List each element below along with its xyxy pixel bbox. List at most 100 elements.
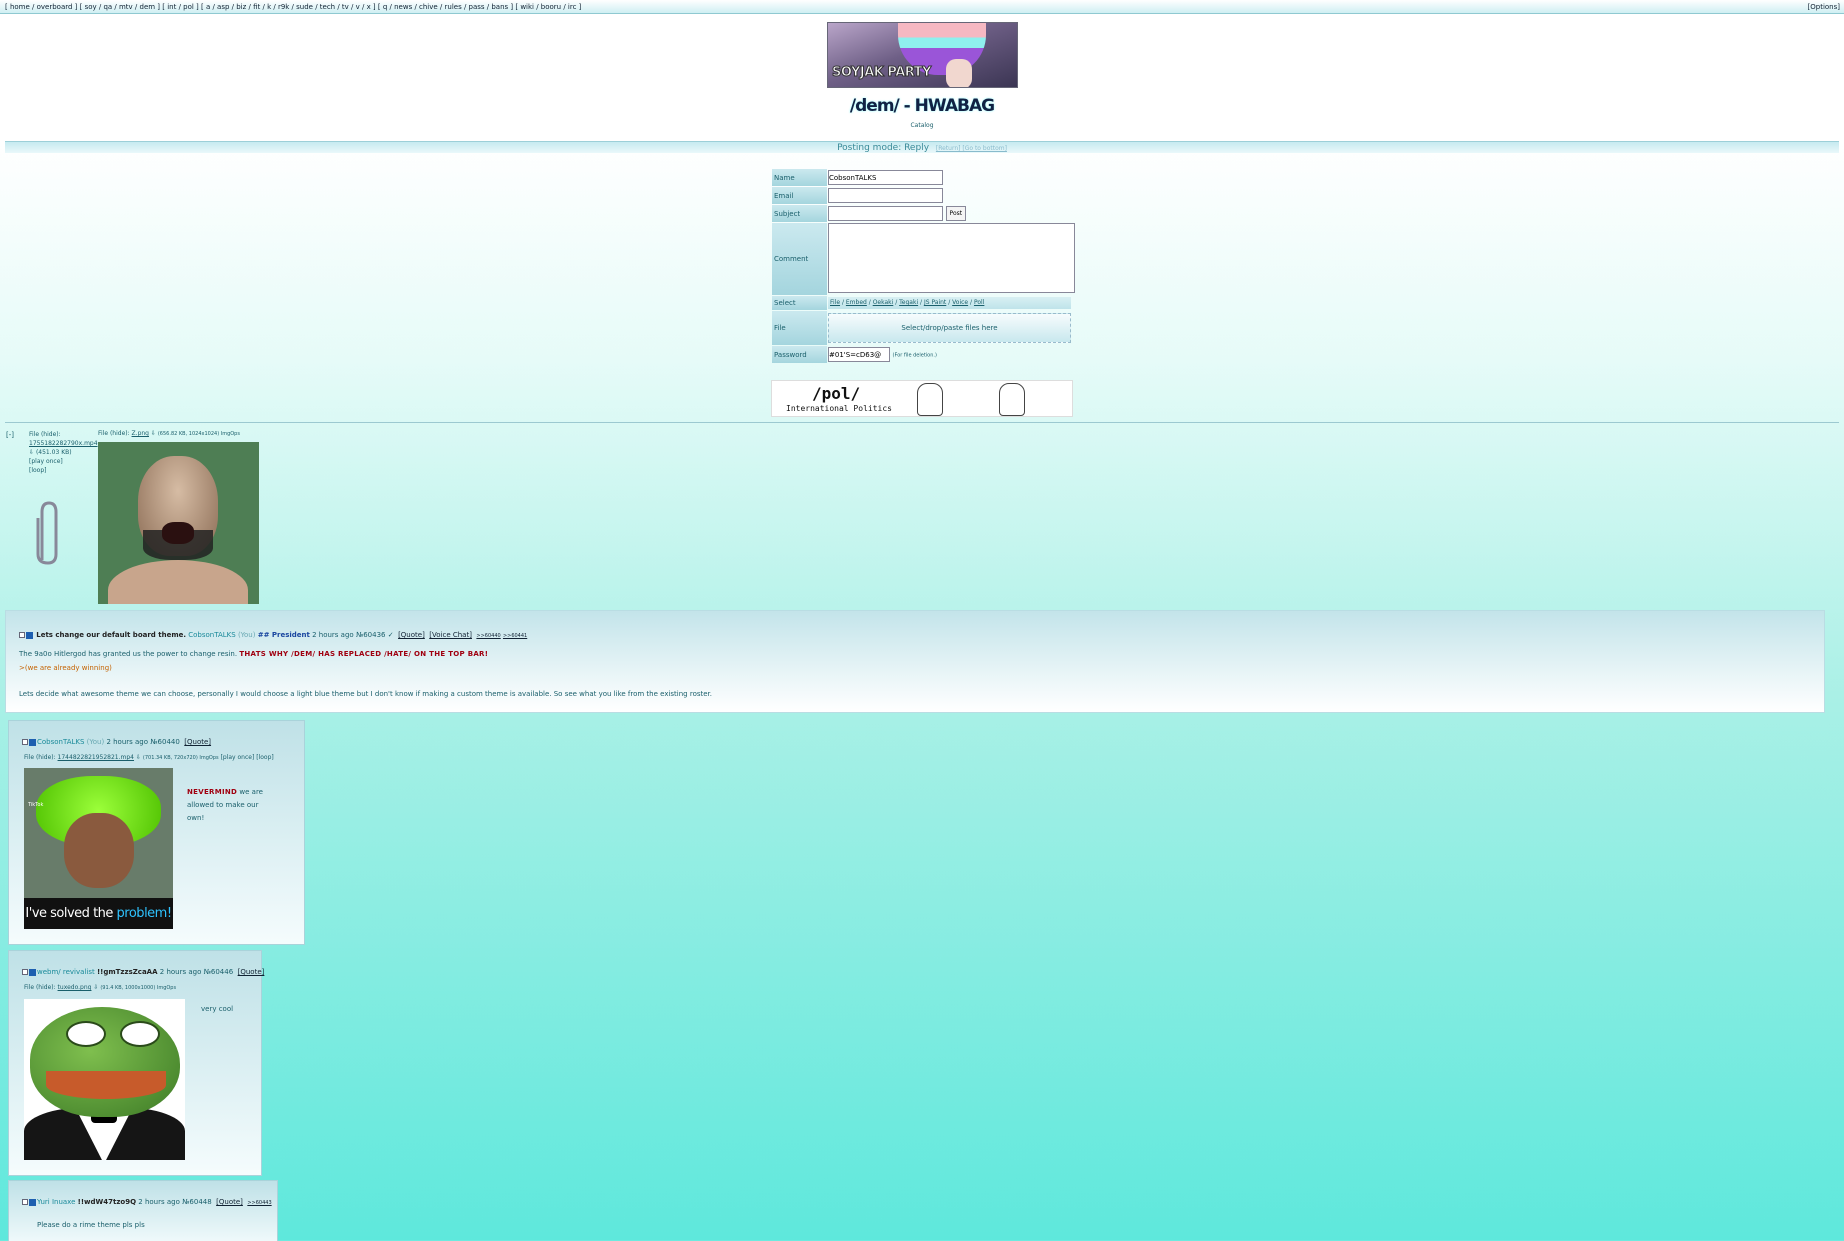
password-input[interactable] bbox=[828, 347, 890, 362]
name-label: Name bbox=[772, 169, 827, 186]
post-time: 2 hours ago bbox=[138, 1198, 180, 1206]
post-body-line: Lets decide what awesome theme we can ch… bbox=[19, 690, 713, 698]
select-tegaki-link[interactable]: Tegaki bbox=[899, 299, 918, 306]
file-name-link[interactable]: Z.png bbox=[132, 430, 149, 437]
reply-header: webm/ revivalist !!gmTzzsZcaAA 2 hours a… bbox=[22, 967, 264, 977]
reply-header: Yuri Inuaxe !!wdW47tzo9Q 2 hours ago №60… bbox=[22, 1197, 272, 1208]
reply-message: Please do a rime theme pls pls bbox=[37, 1221, 145, 1229]
wojak-drawing-icon bbox=[917, 383, 943, 416]
op-file-1-info: File (hide): 1755182282790x.mp4 ⇩ (451.0… bbox=[29, 430, 99, 475]
you-marker: (You) bbox=[237, 631, 256, 639]
subject-label: Subject bbox=[772, 205, 827, 222]
file-meta: (91.4 KB, 1000x1000) ImgOps bbox=[100, 985, 177, 991]
hide-post-icon[interactable] bbox=[26, 631, 33, 639]
select-jspaint-link[interactable]: JS Paint bbox=[924, 299, 946, 306]
download-icon[interactable]: ⇩ bbox=[136, 754, 141, 761]
file-meta: (701.34 KB, 720x720) ImgOps bbox=[142, 755, 219, 761]
comment-label: Comment bbox=[772, 223, 827, 295]
reply-backlink[interactable]: >>60443 bbox=[247, 1200, 271, 1206]
op-image-thumbnail[interactable] bbox=[98, 442, 259, 604]
file-dropzone[interactable]: Select/drop/paste files here bbox=[828, 313, 1071, 343]
email-label: Email bbox=[772, 187, 827, 204]
download-icon[interactable]: ⇩ bbox=[93, 984, 98, 991]
file-label: File (hide): bbox=[24, 984, 56, 991]
poster-name: Yuri Inuaxe bbox=[37, 1198, 76, 1206]
poster-name: CobsonTALKS bbox=[37, 738, 85, 746]
options-link[interactable]: [Options] bbox=[1808, 0, 1840, 14]
caption-highlight: problem! bbox=[116, 906, 173, 921]
quote-link[interactable]: [Quote] bbox=[184, 738, 211, 746]
quote-link[interactable]: [Quote] bbox=[216, 1198, 243, 1206]
select-file-link[interactable]: File bbox=[830, 299, 840, 306]
reply-image-thumbnail[interactable] bbox=[24, 999, 185, 1160]
post-time: 2 hours ago bbox=[159, 968, 202, 976]
download-icon[interactable]: ⇩ bbox=[29, 449, 34, 456]
quote-link[interactable]: [Quote] bbox=[398, 631, 425, 639]
reply-file-info: File (hide): 1744822821952821.mp4 ⇩ (701… bbox=[24, 754, 274, 761]
reply-header: CobsonTALKS (You) 2 hours ago №60440 [Qu… bbox=[22, 737, 211, 747]
select-oekaki-link[interactable]: Oekaki bbox=[873, 299, 894, 306]
banner-leg bbox=[946, 59, 972, 87]
thumb-shape bbox=[162, 522, 194, 544]
hide-thread-toggle[interactable]: [-] bbox=[6, 431, 14, 439]
select-poll-link[interactable]: Poll bbox=[974, 299, 984, 306]
paperclip-icon[interactable] bbox=[32, 500, 62, 566]
file-name-link[interactable]: tuxedo.png bbox=[58, 984, 92, 991]
post-time: 2 hours ago bbox=[106, 738, 149, 746]
greentext: >(we are already winning) bbox=[19, 664, 112, 672]
file-name-link[interactable]: 1744822821952821.mp4 bbox=[58, 754, 134, 761]
reply-video-thumbnail[interactable]: TikTok I've solved the problem! bbox=[24, 768, 173, 929]
video-caption: I've solved the problem! bbox=[24, 898, 173, 929]
quote-link[interactable]: [Quote] bbox=[238, 968, 265, 976]
reply-message: very cool bbox=[201, 1005, 234, 1013]
post-checkbox[interactable] bbox=[22, 739, 28, 745]
site-banner[interactable]: SOYJAK PARTY bbox=[827, 22, 1018, 88]
post-text: The 9a0o Hitlergod has granted us the po… bbox=[19, 650, 238, 658]
email-input[interactable] bbox=[828, 188, 943, 203]
play-controls[interactable]: [play once] [loop] bbox=[221, 754, 274, 761]
thumb-shape bbox=[120, 1021, 160, 1047]
reply-backlink[interactable]: >>60440 bbox=[476, 633, 500, 639]
post-body-line: The 9a0o Hitlergod has granted us the po… bbox=[19, 650, 488, 658]
select-label: Select bbox=[772, 296, 827, 310]
red-text: THATS WHY /DEM/ HAS REPLACED /HATE/ ON T… bbox=[239, 650, 489, 658]
tiktok-watermark: TikTok bbox=[28, 802, 44, 808]
return-link[interactable]: [Return] [Go to bottom] bbox=[936, 145, 1007, 152]
download-icon[interactable]: ⇩ bbox=[151, 430, 156, 437]
top-navigation-bar: [ home / overboard ] [ soy / qa / mtv / … bbox=[0, 0, 1844, 14]
comment-textarea[interactable] bbox=[828, 223, 1075, 293]
hide-post-icon[interactable] bbox=[29, 968, 36, 976]
attachment-type-selector: File / Embed / Oekaki / Tegaki / JS Pain… bbox=[828, 297, 1071, 309]
post-number[interactable]: №60448 bbox=[182, 1198, 212, 1206]
play-once-link[interactable]: [play once] bbox=[29, 457, 99, 466]
reply-backlink[interactable]: >>60441 bbox=[503, 633, 527, 639]
tripcode: !!wdW47tzo9Q bbox=[77, 1198, 137, 1206]
hide-post-icon[interactable] bbox=[29, 1198, 36, 1206]
file-name-link[interactable]: 1755182282790x.mp4 bbox=[29, 439, 99, 448]
select-voice-link[interactable]: Voice bbox=[952, 299, 968, 306]
post-number[interactable]: №60436 bbox=[356, 631, 386, 639]
loop-link[interactable]: [loop] bbox=[29, 466, 99, 475]
file-label: File (hide): bbox=[24, 754, 56, 761]
op-file-2-info: File (hide): Z.png ⇩ (656.82 KB, 1024x10… bbox=[98, 430, 240, 437]
subject-input[interactable] bbox=[828, 205, 943, 221]
pol-board-ad[interactable]: /pol/ International Politics bbox=[771, 380, 1073, 417]
post-number[interactable]: №60446 bbox=[204, 968, 234, 976]
bird-icon: ✓ bbox=[387, 631, 394, 639]
voice-chat-link[interactable]: [Voice Chat] bbox=[429, 631, 472, 639]
hide-post-icon[interactable] bbox=[29, 738, 36, 746]
post-button[interactable]: Post bbox=[945, 206, 967, 222]
capcode: ## President bbox=[257, 631, 310, 639]
file-label: File bbox=[772, 311, 827, 345]
file-meta: (656.82 KB, 1024x1024) ImgOps bbox=[157, 431, 240, 437]
post-checkbox[interactable] bbox=[19, 632, 25, 638]
post-checkbox[interactable] bbox=[22, 969, 28, 975]
name-input[interactable] bbox=[828, 170, 943, 185]
board-list-links[interactable]: [ home / overboard ] [ soy / qa / mtv / … bbox=[5, 3, 581, 11]
catalog-link[interactable]: Catalog bbox=[910, 122, 933, 129]
post-checkbox[interactable] bbox=[22, 1199, 28, 1205]
select-embed-link[interactable]: Embed bbox=[846, 299, 867, 306]
reply-post: Yuri Inuaxe !!wdW47tzo9Q 2 hours ago №60… bbox=[8, 1180, 278, 1241]
post-number[interactable]: №60440 bbox=[150, 738, 180, 746]
ad-subtitle: International Politics bbox=[786, 404, 892, 413]
